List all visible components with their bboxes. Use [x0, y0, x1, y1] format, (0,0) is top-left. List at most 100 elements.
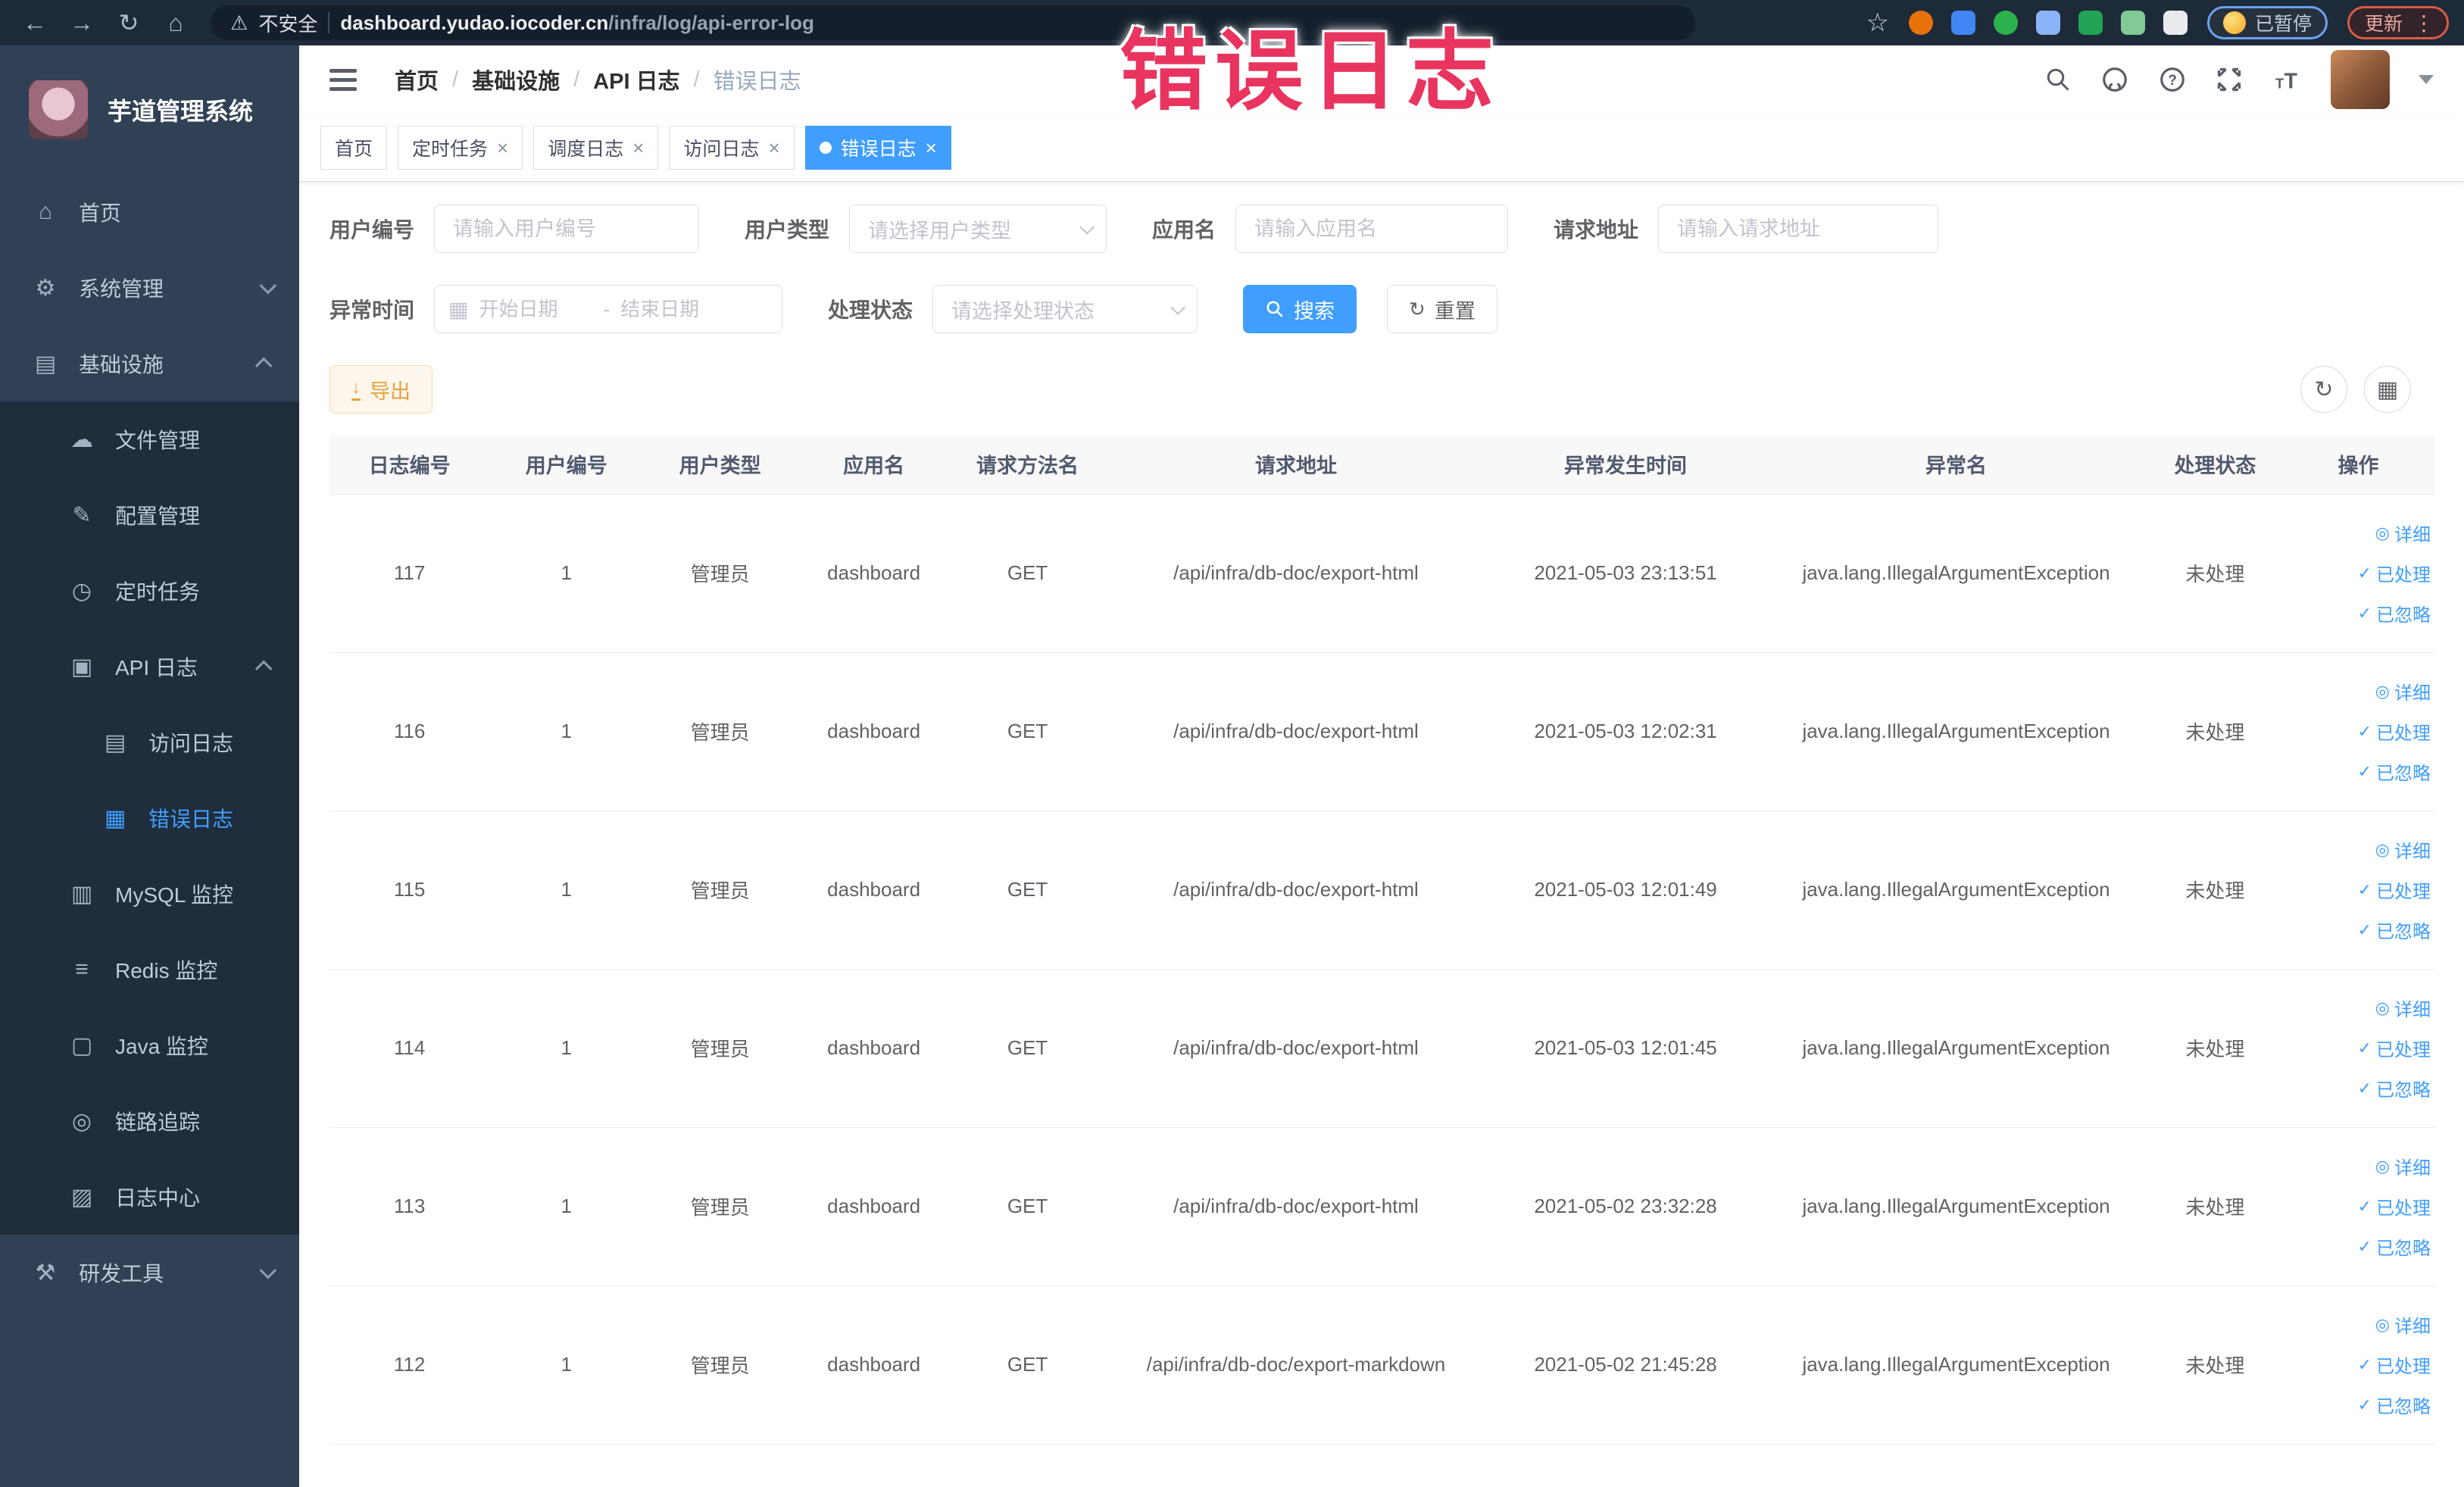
table-row: 116 1 管理员 dashboard GET/api/infra/db-doc/exp…	[329, 652, 2435, 811]
user-type-select[interactable]: 请选择用户类型	[849, 205, 1107, 253]
action-详细[interactable]: ◎ 详细	[2375, 836, 2431, 863]
sidebar-item-file[interactable]: ☁ 文件管理	[0, 401, 299, 477]
refresh-table-button[interactable]: ↻	[2300, 366, 2347, 413]
mysql-icon: ▥	[70, 881, 93, 907]
cell-method: GET	[951, 1286, 1105, 1445]
user-id-input[interactable]	[434, 205, 700, 253]
action-已处理[interactable]: ✓ 已处理	[2358, 718, 2431, 745]
help-icon[interactable]: ?	[2158, 65, 2187, 94]
column-header: 用户类型	[643, 435, 798, 494]
export-button[interactable]: ↓ 导出	[329, 365, 433, 414]
sidebar-item-access[interactable]: ▤ 访问日志	[0, 704, 299, 780]
action-已处理[interactable]: ✓ 已处理	[2358, 876, 2431, 903]
action-已忽略[interactable]: ✓ 已忽略	[2358, 1392, 2431, 1418]
action-已处理[interactable]: ✓ 已处理	[2358, 560, 2431, 586]
action-详细[interactable]: ◎ 详细	[2375, 520, 2431, 546]
breadcrumb-item[interactable]: 首页	[395, 64, 439, 95]
sidebar-item-mysql[interactable]: ▥ MySQL 监控	[0, 856, 299, 932]
range-separator: -	[603, 297, 611, 320]
sidebar-item-home[interactable]: ⌂ 首页	[0, 174, 299, 250]
bookmark-star-icon[interactable]: ☆	[1866, 8, 1888, 38]
reset-button[interactable]: ↻ 重置	[1387, 285, 1497, 333]
font-size-icon[interactable]: TT	[2272, 64, 2302, 95]
ext-blue-shield-icon[interactable]	[1950, 11, 1975, 35]
date-range-picker[interactable]: ▦ -	[434, 285, 783, 333]
fullscreen-icon[interactable]	[2216, 66, 2243, 93]
url-path: /infra/log/api-error-log	[608, 11, 814, 34]
extensions-puzzle-icon[interactable]	[2163, 11, 2188, 35]
breadcrumb-item[interactable]: API 日志	[593, 64, 679, 95]
paused-extension-chip[interactable]: 已暂停	[2206, 6, 2328, 39]
action-已处理[interactable]: ✓ 已处理	[2358, 1035, 2431, 1061]
action-已忽略[interactable]: ✓ 已忽略	[2358, 917, 2431, 943]
action-详细[interactable]: ◎ 详细	[2375, 1153, 2431, 1179]
row-actions: ◎ 详细 ✓ 已处理 ✓ 已忽略	[2281, 520, 2435, 626]
close-icon[interactable]: ×	[768, 138, 779, 158]
action-详细[interactable]: ◎ 详细	[2375, 1311, 2431, 1338]
column-settings-button[interactable]: ▦	[2364, 366, 2411, 413]
sidebar-item-system[interactable]: ⚙ 系统管理	[0, 250, 299, 326]
action-详细[interactable]: ◎ 详细	[2375, 678, 2431, 704]
infra-icon: ▤	[34, 351, 57, 376]
request-url-input[interactable]	[1658, 205, 1939, 253]
back-icon[interactable]: ←	[15, 0, 55, 45]
select-placeholder: 请选择用户类型	[868, 219, 1012, 242]
sidebar-item-redis[interactable]: ≡ Redis 监控	[0, 932, 299, 1007]
sidebar-item-trace[interactable]: ◎ 链路追踪	[0, 1083, 299, 1159]
home-icon[interactable]: ⌂	[156, 0, 195, 45]
close-icon[interactable]: ×	[497, 138, 508, 158]
avatar[interactable]	[2331, 50, 2390, 109]
sidebar-item-job[interactable]: ◷ 定时任务	[0, 553, 299, 629]
sidebar-item-label: 首页	[79, 201, 122, 225]
hamburger-icon[interactable]	[329, 68, 357, 91]
cell-time: 2021-05-03 12:01:49	[1487, 811, 1764, 970]
ext-onoff-icon[interactable]	[2078, 11, 2103, 35]
action-已忽略[interactable]: ✓ 已忽略	[2358, 758, 2431, 785]
app-name-input[interactable]	[1235, 205, 1509, 253]
row-actions: ◎ 详细 ✓ 已处理 ✓ 已忽略	[2281, 1153, 2435, 1260]
breadcrumb-item[interactable]: 基础设施	[472, 64, 560, 95]
action-详细[interactable]: ◎ 详细	[2375, 995, 2431, 1021]
end-date-input[interactable]	[620, 297, 735, 321]
search-button[interactable]: 搜索	[1243, 285, 1357, 333]
start-date-input[interactable]	[479, 297, 593, 321]
action-已忽略[interactable]: ✓ 已忽略	[2358, 600, 2431, 626]
tab-调度日志[interactable]: 调度日志 ×	[533, 125, 659, 170]
sidebar-item-apilog[interactable]: ▣ API 日志	[0, 629, 299, 704]
action-已处理[interactable]: ✓ 已处理	[2358, 1193, 2431, 1220]
sidebar-item-java[interactable]: ▢ Java 监控	[0, 1007, 299, 1083]
security-label[interactable]: 不安全	[258, 9, 317, 37]
check-icon: ✓	[2357, 1395, 2372, 1414]
tab-访问日志[interactable]: 访问日志 ×	[669, 125, 795, 170]
ext-grid-icon[interactable]	[2035, 11, 2060, 35]
sidebar-item-infra[interactable]: ▤ 基础设施	[0, 326, 299, 401]
check-icon: ✓	[2357, 1196, 2372, 1216]
chevron-down-icon[interactable]	[2419, 75, 2434, 84]
search-icon[interactable]	[2044, 66, 2072, 93]
cell-user_type: 管理员	[643, 652, 798, 811]
kebab-menu-icon[interactable]: ⋮	[2413, 11, 2434, 36]
action-已处理[interactable]: ✓ 已处理	[2358, 1351, 2431, 1378]
sidebar-item-error[interactable]: ▦ 错误日志	[0, 780, 299, 856]
browser-update-button[interactable]: 更新 ⋮	[2347, 6, 2449, 39]
ext-green-circle-icon[interactable]	[1993, 11, 2018, 35]
tab-错误日志[interactable]: 错误日志 ×	[804, 125, 951, 170]
reload-icon[interactable]: ↻	[109, 0, 148, 45]
ext-orange-circle-icon[interactable]	[1908, 11, 1933, 35]
close-icon[interactable]: ×	[926, 138, 937, 158]
close-icon[interactable]: ×	[632, 138, 644, 158]
sidebar-item-logcenter[interactable]: ▨ 日志中心	[0, 1159, 299, 1235]
sidebar-item-config[interactable]: ✎ 配置管理	[0, 477, 299, 553]
cell-user_id: 1	[489, 652, 644, 811]
github-icon[interactable]	[2100, 65, 2129, 94]
tab-首页[interactable]: 首页	[320, 125, 388, 170]
action-已忽略[interactable]: ✓ 已忽略	[2358, 1075, 2431, 1101]
forward-icon[interactable]: →	[62, 0, 101, 45]
ext-leaf-icon[interactable]	[2120, 11, 2145, 35]
tab-定时任务[interactable]: 定时任务 ×	[398, 125, 523, 170]
sidebar-item-tools[interactable]: ⚒ 研发工具	[0, 1235, 299, 1310]
filter-row-2: 异常时间 ▦ - 处理状态 请选择处理状态	[329, 285, 2434, 333]
status-select[interactable]: 请选择处理状态	[932, 285, 1198, 333]
action-已忽略[interactable]: ✓ 已忽略	[2358, 1233, 2431, 1260]
filter-exception-time: 异常时间 ▦ -	[329, 285, 783, 333]
